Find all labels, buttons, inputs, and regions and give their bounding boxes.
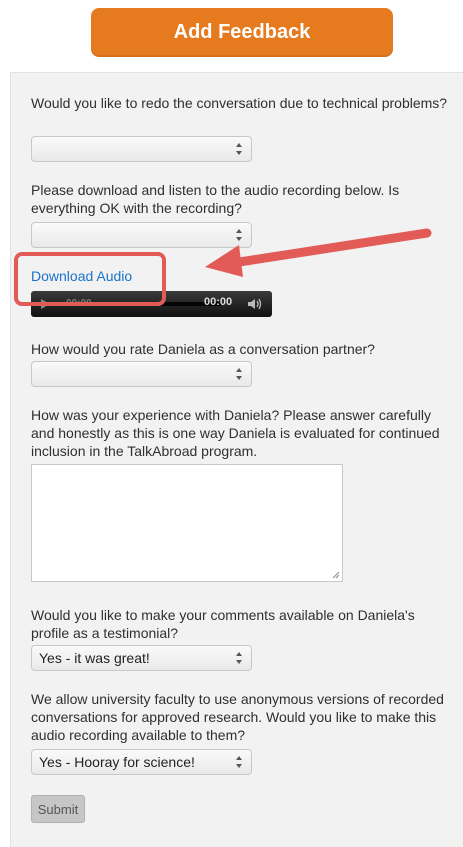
audio-duration: 00:00 (204, 296, 233, 308)
select-arrows-icon (236, 652, 242, 664)
question-experience: How was your experience with Daniela? Pl… (31, 407, 440, 459)
question-research-consent: We allow university faculty to use anony… (31, 691, 444, 743)
select-arrows-icon (236, 756, 242, 768)
question-rate-partner: How would you rate Daniela as a conversa… (31, 341, 375, 357)
question-redo-conversation: Would you like to redo the conversation … (31, 95, 448, 111)
testimonial-select[interactable]: Yes - it was great! (31, 645, 252, 671)
download-audio-highlight-box (14, 252, 166, 306)
annotation-arrow-icon (205, 228, 432, 277)
add-feedback-button[interactable]: Add Feedback (91, 8, 393, 57)
volume-icon[interactable] (247, 297, 263, 311)
select-arrows-icon (236, 143, 242, 155)
rate-partner-select[interactable] (31, 361, 252, 387)
question-audio-ok: Please download and listen to the audio … (31, 182, 400, 216)
select-value: Yes - Hooray for science! (39, 754, 195, 770)
experience-textarea[interactable] (31, 464, 343, 582)
submit-button[interactable]: Submit (31, 795, 85, 823)
question-testimonial: Would you like to make your comments ava… (31, 607, 415, 641)
select-arrows-icon (236, 368, 242, 380)
resize-grip-icon[interactable] (332, 571, 340, 579)
select-value: Yes - it was great! (39, 650, 150, 666)
redo-conversation-select[interactable] (31, 136, 252, 162)
research-consent-select[interactable]: Yes - Hooray for science! (31, 749, 252, 775)
